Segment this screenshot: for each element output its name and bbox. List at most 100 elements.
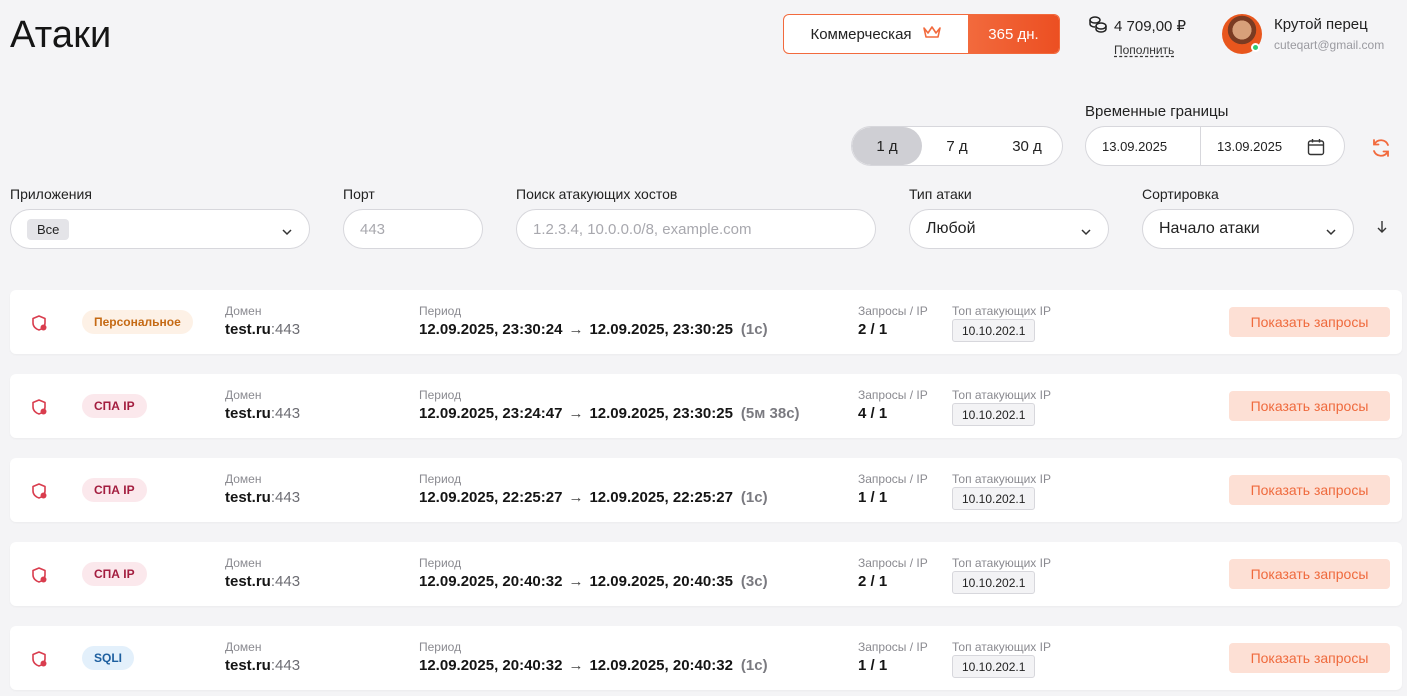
period-start: 12.09.2025, 22:25:27 <box>419 489 563 506</box>
range-1d-button[interactable]: 1 д <box>852 127 922 165</box>
port-label: Порт <box>343 186 375 202</box>
requests-ip-label: Запросы / IP <box>858 556 928 570</box>
period-end: 12.09.2025, 20:40:32 <box>589 657 733 674</box>
period-value: 12.09.2025, 23:30:24 → 12.09.2025, 23:30:2… <box>419 321 768 338</box>
attack-type-tag: СПА IP <box>82 562 147 586</box>
period-label: Период <box>419 472 462 486</box>
range-segmented-control: 1 д 7 д 30 д <box>851 126 1063 166</box>
crown-icon <box>922 25 942 43</box>
domain-label: Домен <box>225 304 262 318</box>
period-value: 12.09.2025, 22:25:27 → 12.09.2025, 22:25:2… <box>419 489 768 506</box>
requests-ip-label: Запросы / IP <box>858 304 928 318</box>
arrow-right-icon: → <box>568 657 584 674</box>
calendar-icon[interactable] <box>1306 137 1326 162</box>
top-ip-chip[interactable]: 10.10.202.1 <box>952 487 1036 510</box>
date-to-field[interactable]: 13.09.2025 <box>1201 127 1316 165</box>
sort-value: Начало атаки <box>1159 220 1260 237</box>
requests-ip-label: Запросы / IP <box>858 472 928 486</box>
time-bounds-label: Временные границы <box>1085 103 1229 120</box>
attack-type-value: Любой <box>926 220 976 237</box>
arrow-right-icon: → <box>568 489 584 506</box>
apps-chip-all: Все <box>27 218 70 240</box>
shield-alert-icon <box>30 482 48 505</box>
chevron-down-icon <box>1080 224 1092 242</box>
period-end: 12.09.2025, 23:30:25 <box>589 321 733 338</box>
top-ips-label: Топ атакующих IP <box>952 556 1051 570</box>
show-requests-button[interactable]: Показать запросы <box>1229 307 1390 337</box>
arrow-right-icon: → <box>568 321 584 338</box>
chevron-down-icon <box>281 224 293 242</box>
plan-badge[interactable]: Коммерческая 365 дн. <box>783 14 1060 54</box>
show-requests-button[interactable]: Показать запросы <box>1229 643 1390 673</box>
period-duration: (1с) <box>740 321 768 338</box>
requests-ip-value: 2 / 1 <box>858 573 888 590</box>
top-ip-chip[interactable]: 10.10.202.1 <box>952 655 1036 678</box>
top-ips-label: Топ атакующих IP <box>952 388 1051 402</box>
attack-card: СПА IP Домен test.ru:443 Период 12.09.20… <box>10 374 1402 438</box>
period-end: 12.09.2025, 22:25:27 <box>589 489 733 506</box>
plan-days[interactable]: 365 дн. <box>968 15 1059 53</box>
period-end: 12.09.2025, 20:40:35 <box>589 573 733 590</box>
refresh-icon[interactable] <box>1370 137 1392 164</box>
requests-ip-label: Запросы / IP <box>858 640 928 654</box>
show-requests-button[interactable]: Показать запросы <box>1229 559 1390 589</box>
port-input[interactable]: 443 <box>343 209 483 249</box>
period-value: 12.09.2025, 23:24:47 → 12.09.2025, 23:30:2… <box>419 405 800 422</box>
domain-port: :443 <box>270 489 301 506</box>
domain-name: test.ru <box>225 405 271 422</box>
requests-ip-label: Запросы / IP <box>858 388 928 402</box>
period-value: 12.09.2025, 20:40:32 → 12.09.2025, 20:40:3… <box>419 657 768 674</box>
top-ip-chip[interactable]: 10.10.202.1 <box>952 403 1036 426</box>
hosts-placeholder: 1.2.3.4, 10.0.0.0/8, example.com <box>533 220 752 238</box>
period-label: Период <box>419 556 462 570</box>
period-duration: (1с) <box>740 489 768 506</box>
attack-type-tag: СПА IP <box>82 394 147 418</box>
show-requests-button[interactable]: Показать запросы <box>1229 391 1390 421</box>
user-name: Крутой перец <box>1274 16 1368 33</box>
requests-ip-value: 1 / 1 <box>858 489 888 506</box>
attack-type-select[interactable]: Любой <box>909 209 1109 249</box>
domain-port: :443 <box>270 657 301 674</box>
range-30d-button[interactable]: 30 д <box>992 127 1062 165</box>
domain-port: :443 <box>270 405 301 422</box>
sort-select[interactable]: Начало атаки <box>1142 209 1354 249</box>
domain-name: test.ru <box>225 573 271 590</box>
shield-alert-icon <box>30 314 48 337</box>
period-duration: (3с) <box>740 573 768 590</box>
balance-amount: 4 709,00 ₽ <box>1114 18 1187 35</box>
topup-link[interactable]: Пополнить <box>1114 43 1198 57</box>
attack-type-tag: Персональное <box>82 310 193 334</box>
top-ip-chip[interactable]: 10.10.202.1 <box>952 571 1036 594</box>
sort-direction-arrow-icon[interactable] <box>1376 220 1388 239</box>
range-7d-button[interactable]: 7 д <box>922 127 992 165</box>
domain-port: :443 <box>270 573 301 590</box>
period-duration: (5м 38с) <box>740 405 800 422</box>
shield-alert-icon <box>30 650 48 673</box>
attack-card: SQLI Домен test.ru:443 Период 12.09.2025… <box>10 626 1402 690</box>
user-email: cuteqart@gmail.com <box>1274 38 1385 52</box>
page-title: Атаки <box>10 14 112 56</box>
top-ips-label: Топ атакующих IP <box>952 304 1051 318</box>
domain-name: test.ru <box>225 321 271 338</box>
coins-icon <box>1088 14 1108 38</box>
date-from-field[interactable]: 13.09.2025 <box>1086 127 1201 165</box>
apps-label: Приложения <box>10 186 92 202</box>
port-placeholder: 443 <box>360 220 386 238</box>
hosts-search-input[interactable]: 1.2.3.4, 10.0.0.0/8, example.com <box>516 209 876 249</box>
attack-type-label: Тип атаки <box>909 186 972 202</box>
shield-alert-icon <box>30 398 48 421</box>
apps-select[interactable]: Все <box>10 209 310 249</box>
date-range-picker[interactable]: 13.09.2025 13.09.2025 <box>1085 126 1345 166</box>
online-status-dot <box>1251 43 1260 52</box>
plan-name-section[interactable]: Коммерческая <box>784 15 968 53</box>
domain-value: test.ru:443 <box>225 573 300 590</box>
period-start: 12.09.2025, 23:24:47 <box>419 405 563 422</box>
top-ips-label: Топ атакующих IP <box>952 472 1051 486</box>
period-duration: (1с) <box>740 657 768 674</box>
show-requests-button[interactable]: Показать запросы <box>1229 475 1390 505</box>
requests-ip-value: 2 / 1 <box>858 321 888 338</box>
domain-value: test.ru:443 <box>225 489 300 506</box>
period-end: 12.09.2025, 23:30:25 <box>589 405 733 422</box>
top-ip-chip[interactable]: 10.10.202.1 <box>952 319 1036 342</box>
period-label: Период <box>419 304 462 318</box>
